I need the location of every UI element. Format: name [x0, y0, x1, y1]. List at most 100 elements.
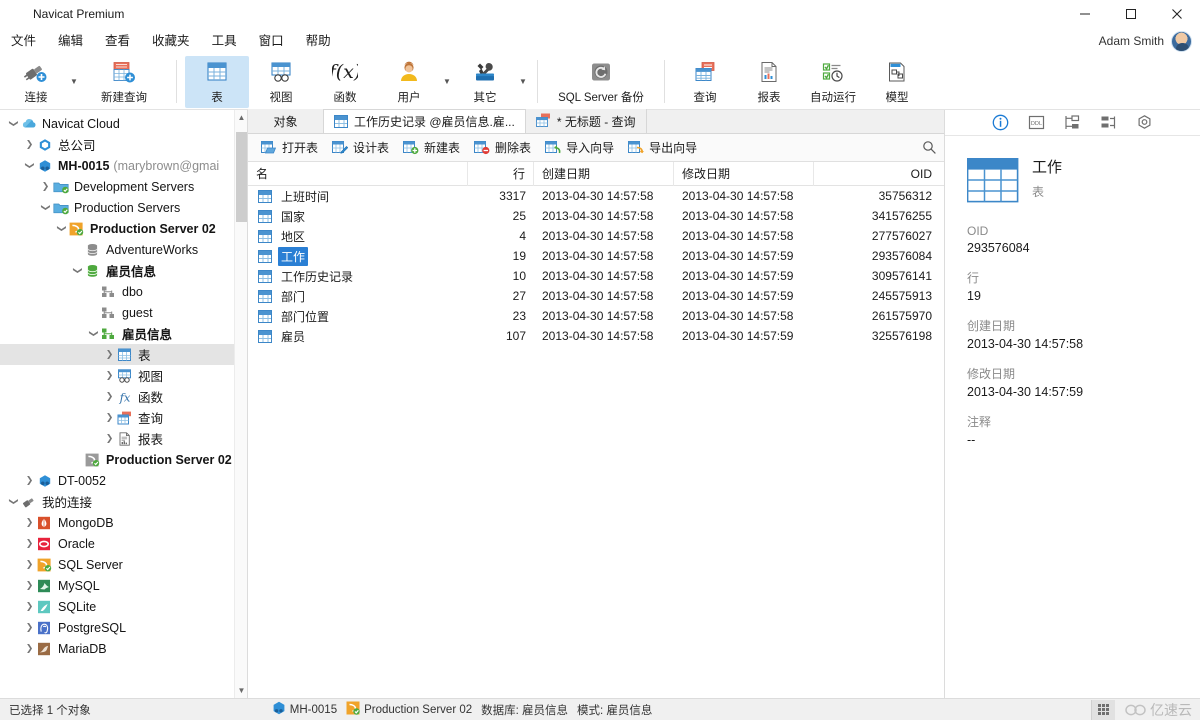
avatar[interactable] [1171, 30, 1192, 52]
maximize-button[interactable] [1108, 0, 1154, 28]
toolbar-model-button[interactable]: 模型 [865, 56, 929, 108]
chevron-right-icon[interactable]: ❯ [23, 538, 36, 549]
chevron-right-icon[interactable]: ❯ [23, 622, 36, 633]
tree-node[interactable]: guest [0, 302, 247, 323]
chevron-right-icon[interactable]: ❯ [23, 517, 36, 528]
scrollbar-thumb[interactable] [236, 132, 247, 222]
column-header-modified[interactable]: 修改日期 [674, 162, 814, 186]
tree-node[interactable]: Production Server 02 [0, 449, 247, 470]
chevron-right-icon[interactable]: ❯ [23, 559, 36, 570]
toolbar-function-button[interactable]: f(x) 函数 [313, 56, 377, 108]
ddl-icon[interactable]: DDL [1026, 113, 1048, 133]
user-account[interactable]: Adam Smith [1099, 30, 1200, 52]
import-wizard-button[interactable]: 导入向导 [538, 137, 621, 159]
chevron-down-icon[interactable]: ❯ [8, 495, 19, 508]
menu-file[interactable]: 文件 [0, 28, 47, 54]
chevron-down-icon[interactable]: ❯ [24, 159, 35, 172]
chevron-down-icon[interactable]: ❯ [40, 201, 51, 214]
tree-node[interactable]: ❯ Development Servers [0, 176, 247, 197]
new-table-button[interactable]: 新建表 [396, 137, 467, 159]
tree-node[interactable]: ❯ 我的连接 [0, 491, 247, 512]
column-header-created[interactable]: 创建日期 [534, 162, 674, 186]
chevron-down-icon[interactable]: ❯ [8, 117, 19, 130]
tree-node[interactable]: ❯ 雇员信息 [0, 260, 247, 281]
tab-objects[interactable]: 对象 [248, 109, 324, 133]
menu-help[interactable]: 帮助 [295, 28, 342, 54]
toolbar-table-button[interactable]: 表 [185, 55, 249, 108]
sidebar-scrollbar[interactable]: ▲ ▼ [234, 110, 247, 698]
column-header-name[interactable]: 名 [248, 162, 468, 186]
toolbar-query-button[interactable]: 查询 [673, 56, 737, 108]
settings-icon[interactable] [1134, 113, 1156, 133]
user-dropdown-caret-icon[interactable]: ▼ [441, 56, 453, 108]
table-row[interactable]: 地区 4 2013-04-30 14:57:58 2013-04-30 14:57:5… [248, 226, 944, 246]
scroll-up-icon[interactable]: ▲ [235, 110, 248, 125]
search-icon[interactable] [914, 137, 944, 159]
tree-node[interactable]: ❯ Production Server 02 [0, 218, 247, 239]
tab-work-history[interactable]: 工作历史记录 @雇员信息.雇... [324, 109, 526, 133]
menu-favorites[interactable]: 收藏夹 [141, 28, 201, 54]
chevron-right-icon[interactable]: ❯ [39, 181, 52, 192]
toolbar-others-button[interactable]: 其它 [453, 56, 517, 108]
tree-node[interactable]: ❯ 总公司 [0, 134, 247, 155]
toolbar-user-button[interactable]: 用户 [377, 56, 441, 108]
chevron-right-icon[interactable]: ❯ [103, 391, 116, 402]
minimize-button[interactable] [1062, 0, 1108, 28]
chevron-right-icon[interactable]: ❯ [103, 370, 116, 381]
chevron-right-icon[interactable]: ❯ [103, 433, 116, 444]
tree-node[interactable]: ❯ SQLite [0, 596, 247, 617]
chevron-down-icon[interactable]: ❯ [72, 264, 83, 277]
toolbar-view-button[interactable]: 视图 [249, 56, 313, 108]
chevron-right-icon[interactable]: ❯ [103, 412, 116, 423]
object-tree[interactable]: ❯ Navicat Cloud ❯ 总公司 ❯ MH-0015 (marybrown@gma… [0, 110, 247, 698]
tree-node[interactable]: ❯ 视图 [0, 365, 247, 386]
table-row[interactable]: 部门位置 23 2013-04-30 14:57:58 2013-04-30 14:5… [248, 306, 944, 326]
toolbar-report-button[interactable]: 报表 [737, 56, 801, 108]
tree-node[interactable]: ❯ 查询 [0, 407, 247, 428]
column-header-oid[interactable]: OID [814, 162, 940, 186]
tree-node[interactable]: ❯ PostgreSQL [0, 617, 247, 638]
toolbar-new-query-button[interactable]: 新建查询 [80, 56, 168, 108]
tree-node[interactable]: ❯ 表 [0, 344, 247, 365]
menu-tools[interactable]: 工具 [201, 28, 248, 54]
tree-node[interactable]: ❯ 报表 [0, 428, 247, 449]
table-row[interactable]: 雇员 107 2013-04-30 14:57:58 2013-04-30 14:57… [248, 326, 944, 346]
tree-node[interactable]: ❯ SQL Server [0, 554, 247, 575]
table-row[interactable]: 工作历史记录 10 2013-04-30 14:57:58 2013-04-30 14… [248, 266, 944, 286]
tree-node[interactable]: AdventureWorks [0, 239, 247, 260]
column-header-rows[interactable]: 行 [468, 162, 534, 186]
others-dropdown-caret-icon[interactable]: ▼ [517, 56, 529, 108]
close-button[interactable] [1154, 0, 1200, 28]
tree-node[interactable]: ❯ MariaDB [0, 638, 247, 659]
scroll-down-icon[interactable]: ▼ [235, 683, 248, 698]
tree-node[interactable]: ❯ Production Servers [0, 197, 247, 218]
structure-icon[interactable] [1062, 113, 1084, 133]
tree-node[interactable]: dbo [0, 281, 247, 302]
delete-table-button[interactable]: 删除表 [467, 137, 538, 159]
relations-icon[interactable] [1098, 113, 1120, 133]
chevron-right-icon[interactable]: ❯ [23, 139, 36, 150]
menu-edit[interactable]: 编辑 [47, 28, 94, 54]
table-row[interactable]: 上班时间 3317 2013-04-30 14:57:58 2013-04-30 14… [248, 186, 944, 206]
toolbar-connection-button[interactable]: 连接 [4, 56, 68, 108]
toolbar-automation-button[interactable]: 自动运行 [801, 56, 865, 108]
grid-view-toggle-icon[interactable] [1091, 699, 1115, 720]
toolbar-backup-button[interactable]: SQL Server 备份 [546, 56, 656, 108]
menu-view[interactable]: 查看 [94, 28, 141, 54]
export-wizard-button[interactable]: 导出向导 [621, 137, 704, 159]
chevron-right-icon[interactable]: ❯ [103, 349, 116, 360]
tree-node[interactable]: ❯ MongoDB [0, 512, 247, 533]
info-icon[interactable] [990, 113, 1012, 133]
chevron-down-icon[interactable]: ❯ [88, 327, 99, 340]
tab-untitled-query[interactable]: * 无标题 - 查询 [525, 109, 647, 133]
open-table-button[interactable]: 打开表 [254, 137, 325, 159]
tree-node[interactable]: ❯ DT-0052 [0, 470, 247, 491]
tree-node[interactable]: ❯ Oracle [0, 533, 247, 554]
tree-node[interactable]: ❯ MySQL [0, 575, 247, 596]
chevron-right-icon[interactable]: ❯ [23, 475, 36, 486]
table-row[interactable]: 国家 25 2013-04-30 14:57:58 2013-04-30 14:57:… [248, 206, 944, 226]
table-row[interactable]: 工作 19 2013-04-30 14:57:58 2013-04-30 14:57:… [248, 246, 944, 266]
menu-window[interactable]: 窗口 [248, 28, 295, 54]
tree-node[interactable]: ❯ 雇员信息 [0, 323, 247, 344]
design-table-button[interactable]: 设计表 [325, 137, 396, 159]
